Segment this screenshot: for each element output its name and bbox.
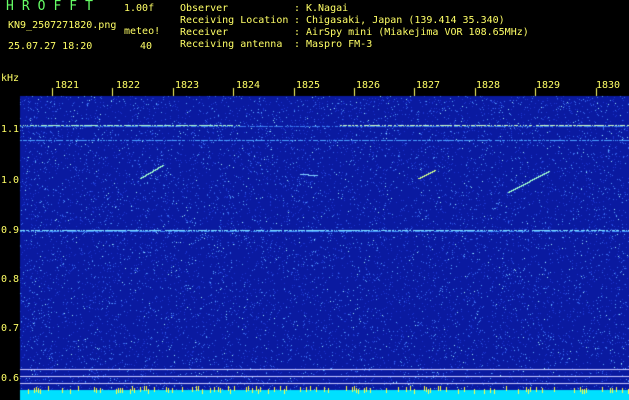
y-tick-label: 0.7 — [1, 323, 20, 334]
x-tick-label: 1828 — [476, 80, 501, 91]
meteo-label: meteo! — [124, 26, 161, 37]
app-title: HROFFT — [6, 0, 101, 14]
filename-label: KN9_2507271820.png — [8, 20, 117, 31]
x-tick-label: 1825 — [296, 80, 321, 91]
x-tick-label: 1824 — [236, 80, 261, 91]
info-value-observer: K.Nagai — [306, 3, 349, 14]
info-separator: : — [294, 27, 301, 38]
y-tick-label: 0.6 — [1, 373, 20, 384]
x-tick-label: 1829 — [536, 80, 561, 91]
spectrogram-canvas — [0, 79, 629, 400]
y-tick-label: 0.9 — [1, 225, 20, 236]
version-label: 1.00f — [124, 3, 155, 14]
x-tick-label: 1830 — [596, 80, 621, 91]
y-tick-label: 1.0 — [1, 175, 20, 186]
info-value-location: Chigasaki, Japan (139.414 35.340) — [306, 15, 505, 26]
datetime-label: 25.07.27 18:20 — [8, 41, 93, 52]
info-label-receiver: Receiver — [180, 27, 229, 38]
x-tick-label: 1826 — [356, 80, 381, 91]
info-separator: : — [294, 15, 301, 26]
y-tick-label: 0.8 — [1, 274, 20, 285]
y-axis-unit: kHz — [1, 73, 20, 84]
info-label-antenna: Receiving antenna — [180, 39, 283, 50]
x-tick-label: 1821 — [55, 80, 80, 91]
x-tick-label: 1823 — [175, 80, 200, 91]
x-tick-label: 1822 — [116, 80, 141, 91]
info-label-location: Receiving Location — [180, 15, 289, 26]
info-label-observer: Observer — [180, 3, 229, 14]
info-value-antenna: Maspro FM-3 — [306, 39, 373, 50]
x-tick-label: 1827 — [416, 80, 441, 91]
y-tick-label: 1.1 — [1, 124, 20, 135]
info-value-receiver: AirSpy mini (Miakejima VOR 108.65MHz) — [306, 27, 529, 38]
meteo-value: 40 — [140, 41, 153, 52]
info-separator: : — [294, 3, 301, 14]
info-separator: : — [294, 39, 301, 50]
